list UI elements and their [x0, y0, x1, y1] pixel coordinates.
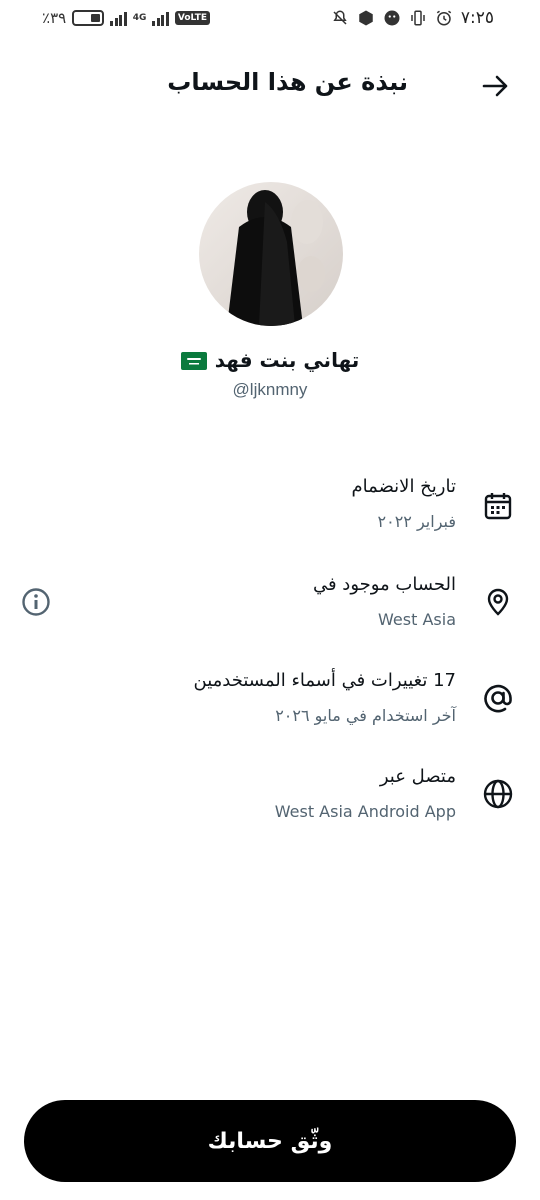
row-subtitle: آخر استخدام في مايو ٢٠٢٦	[275, 706, 456, 725]
row-title: متصل عبر	[379, 766, 456, 787]
info-row-connected-via: متصل عبر West Asia Android App	[0, 766, 540, 846]
at-sign-icon	[482, 682, 514, 714]
saudi-flag-icon	[180, 351, 207, 375]
row-subtitle: فبراير ٢٠٢٢	[377, 512, 457, 531]
clock: ٧:٢٥	[460, 8, 494, 28]
status-bar: ٪٣٩ 4G VoLTE ٧:٢٥	[0, 0, 540, 34]
profile-handle: @ljknmny	[232, 380, 308, 399]
info-row-joined: تاريخ الانضمام فبراير ٢٠٢٢	[0, 476, 540, 556]
row-title: 17 تغييرات في أسماء المستخدمين	[193, 670, 457, 691]
display-name: تهاني بنت فهد	[214, 348, 360, 372]
info-row-username-changes: 17 تغييرات في أسماء المستخدمين آخر استخد…	[0, 670, 540, 750]
location-pin-icon	[482, 586, 514, 618]
row-title: تاريخ الانضمام	[351, 476, 456, 497]
bell-off-icon	[333, 10, 347, 25]
volte-badge: VoLTE	[174, 11, 211, 25]
row-subtitle: West Asia	[378, 610, 456, 629]
vibrate-icon	[411, 10, 425, 26]
info-button[interactable]	[20, 586, 52, 618]
battery-icon	[72, 10, 105, 26]
back-button[interactable]	[478, 70, 514, 102]
signal-bars-icon-2	[152, 11, 169, 26]
globe-icon	[482, 778, 514, 810]
arrow-right-icon	[482, 75, 508, 97]
row-subtitle: West Asia Android App	[274, 802, 456, 821]
header: نبذة عن هذا الحساب	[0, 56, 540, 116]
page-title: نبذة عن هذا الحساب	[167, 68, 408, 96]
signal-bars-icon	[110, 11, 127, 26]
verify-account-button[interactable]: وثّق حسابك	[24, 1100, 516, 1182]
status-bar-left: ٪٣٩ 4G VoLTE	[42, 8, 211, 28]
info-icon	[22, 588, 50, 616]
network-type: 4G	[132, 12, 147, 23]
status-bar-right: ٧:٢٥	[331, 8, 494, 28]
calendar-icon	[482, 490, 514, 522]
profile-name: تهاني بنت فهد	[0, 348, 540, 375]
package-icon	[359, 10, 373, 26]
info-row-location: الحساب موجود في West Asia	[0, 574, 540, 654]
emoji-icon	[384, 10, 400, 26]
alarm-icon	[436, 10, 452, 26]
battery-percent: ٪٣٩	[42, 9, 67, 27]
profile-photo	[199, 182, 343, 326]
row-title: الحساب موجود في	[312, 574, 456, 595]
avatar[interactable]	[199, 182, 343, 326]
